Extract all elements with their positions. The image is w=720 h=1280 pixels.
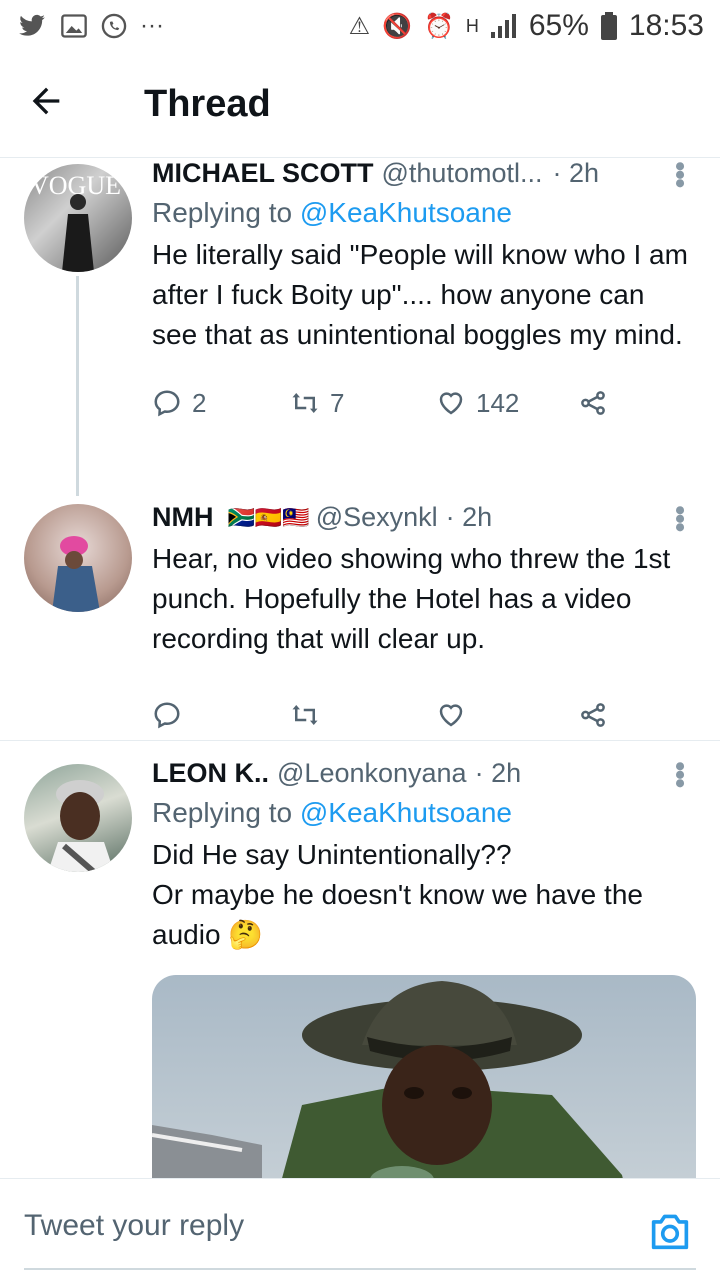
thread-header: Thread <box>0 52 720 158</box>
reply-button[interactable] <box>152 700 290 730</box>
tweet-meta: NMH 🇿🇦🇪🇸🇲🇾 @Sexynkl · 2h ••• <box>152 502 696 533</box>
retweet-button[interactable] <box>290 700 436 730</box>
like-button[interactable] <box>436 700 578 730</box>
display-name[interactable]: NMH <box>152 502 214 533</box>
tweet-meta: MICHAEL SCOTT @thutomotl... · 2h ••• <box>152 158 696 189</box>
heart-icon <box>439 392 463 415</box>
replying-to-label: Replying to <box>152 797 300 828</box>
share-icon <box>581 703 605 727</box>
display-name[interactable]: LEON K.. <box>152 758 269 789</box>
replying-to-label: Replying to <box>152 197 300 228</box>
replying-to-mention[interactable]: @KeaKhutsoane <box>300 197 512 228</box>
avatar[interactable] <box>24 504 132 612</box>
mute-icon: 🔇 <box>382 12 412 40</box>
alarm-icon: ⏰ <box>423 12 454 40</box>
more-options-icon[interactable]: ••• <box>662 761 696 787</box>
share-button[interactable] <box>578 700 608 730</box>
reply-icon <box>154 390 180 417</box>
clock: 18:53 <box>628 9 704 42</box>
tweet-text-line: Or maybe he doesn't know we have the aud… <box>152 879 643 950</box>
tweet-text: Did He say Unintentionally?? Or maybe he… <box>152 835 696 955</box>
like-button[interactable]: 142 <box>436 388 578 419</box>
battery-percent: 65% <box>528 9 589 42</box>
user-handle[interactable]: @Sexynkl <box>316 502 438 533</box>
replying-to: Replying to @KeaKhutsoane <box>152 197 696 229</box>
more-options-icon[interactable]: ••• <box>662 161 696 187</box>
notification-icons: ··· <box>16 12 164 40</box>
tweet-text-line: Did He say Unintentionally?? <box>152 839 512 870</box>
tweet-time: · 2h <box>474 758 522 788</box>
retweet-count: 7 <box>330 387 345 418</box>
thread-connector-line <box>76 276 79 496</box>
replying-to: Replying to @KeaKhutsoane <box>152 797 696 829</box>
tweet-actions: 2 7 142 <box>152 383 696 423</box>
tweet-actions <box>152 695 696 735</box>
more-options-icon[interactable]: ••• <box>662 505 696 531</box>
reply-composer: Tweet your reply <box>0 1178 720 1280</box>
back-arrow-icon[interactable] <box>26 81 86 129</box>
tweet-divider <box>0 740 720 741</box>
share-button[interactable] <box>578 388 608 418</box>
gallery-icon <box>61 14 87 38</box>
user-handle[interactable]: @Leonkonyana <box>277 758 467 789</box>
tweet-text: Hear, no video showing who threw the 1st… <box>152 543 671 654</box>
more-notifications-icon: ··· <box>140 12 164 39</box>
avatar[interactable]: VOGUE <box>24 164 132 272</box>
reply-icon <box>154 702 180 729</box>
signal-icon <box>490 14 516 38</box>
whatsapp-icon <box>101 13 127 39</box>
like-count: 142 <box>476 387 520 418</box>
system-icons: ⚠ 🔇 ⏰ H 65% 18:53 <box>349 9 704 43</box>
camera-icon[interactable] <box>648 1211 692 1256</box>
retweet-icon <box>292 393 318 413</box>
heart-icon <box>439 704 463 727</box>
tweet-meta: LEON K.. @Leonkonyana · 2h ••• <box>152 758 696 789</box>
page-title: Thread <box>144 83 271 125</box>
replying-to-mention[interactable]: @KeaKhutsoane <box>300 797 512 828</box>
reply-input[interactable]: Tweet your reply <box>24 1209 244 1243</box>
reply-input-underline <box>24 1268 696 1270</box>
reply-count: 2 <box>192 387 207 418</box>
reply-button[interactable]: 2 <box>152 388 290 419</box>
tweet-text: He literally said "People will know who … <box>152 239 688 350</box>
user-handle[interactable]: @thutomotl... <box>382 158 543 189</box>
status-bar: ··· ⚠ 🔇 ⏰ H 65% 18:53 <box>0 0 720 52</box>
retweet-icon <box>292 705 318 725</box>
battery-icon <box>600 12 617 40</box>
avatar[interactable] <box>24 764 132 872</box>
share-icon <box>581 391 605 415</box>
twitter-icon <box>19 14 45 36</box>
tweet-time: · 2h <box>552 158 600 188</box>
network-type: H <box>465 15 479 36</box>
flag-emojis: 🇿🇦🇪🇸🇲🇾 <box>227 504 310 530</box>
retweet-button[interactable]: 7 <box>290 388 436 419</box>
tweet-time: · 2h <box>445 502 493 532</box>
display-name[interactable]: MICHAEL SCOTT <box>152 158 374 189</box>
data-saver-icon: ⚠ <box>348 12 371 40</box>
